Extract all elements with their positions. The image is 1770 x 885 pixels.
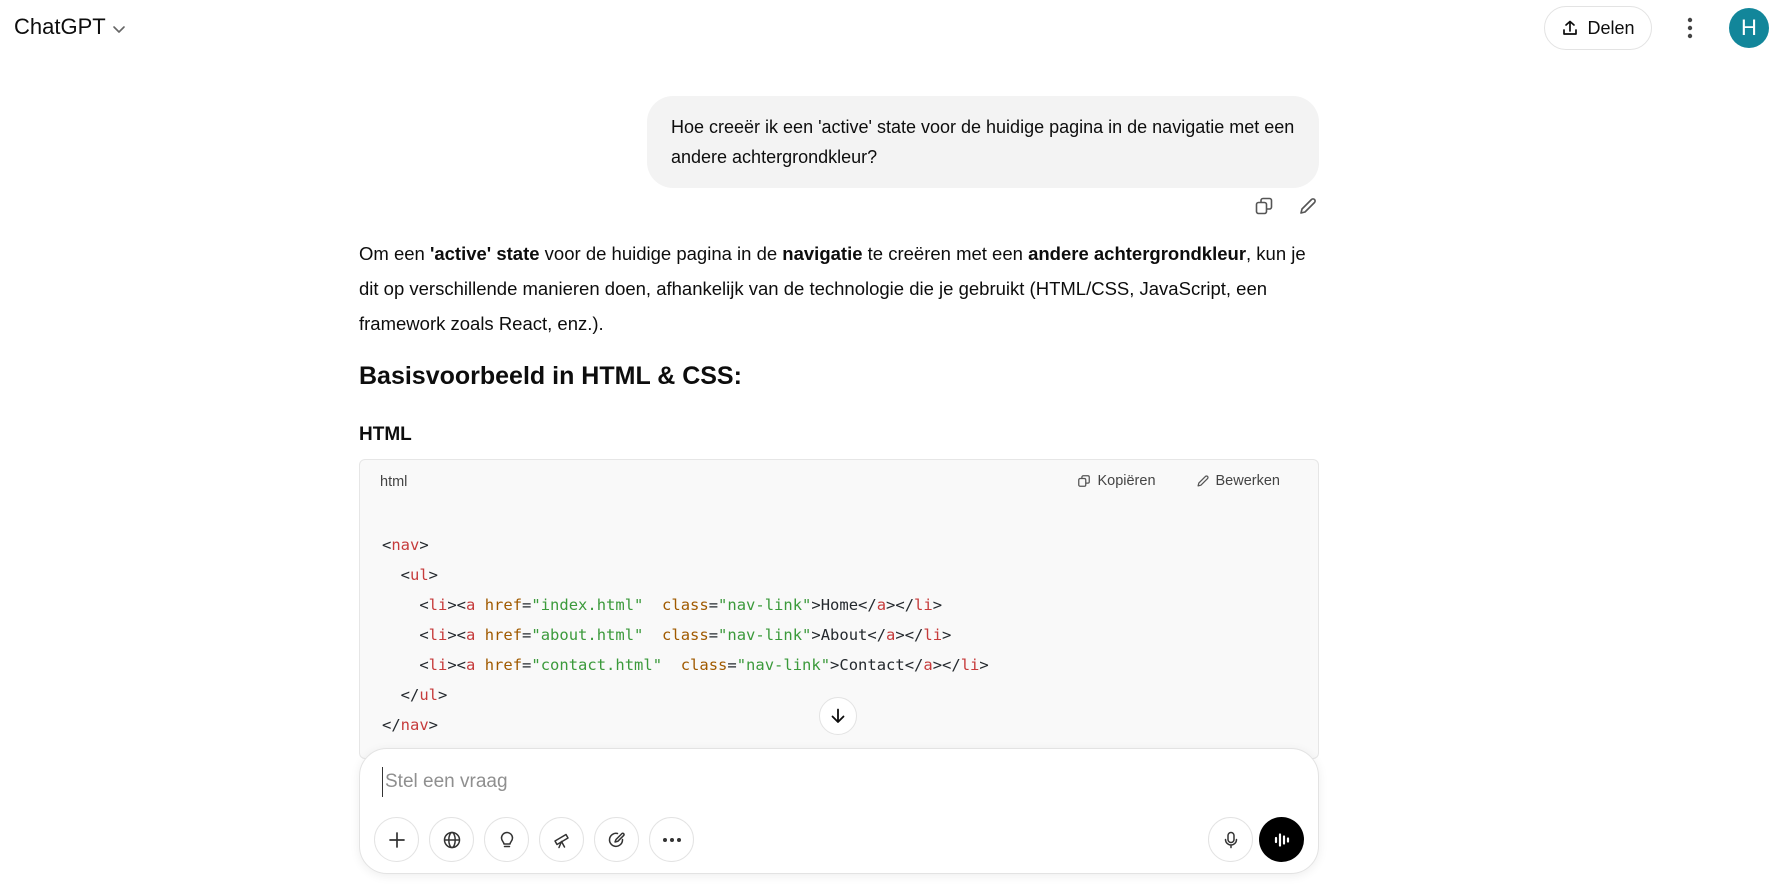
more-tools-button[interactable] — [649, 817, 694, 862]
share-icon — [1561, 19, 1579, 37]
copy-icon — [1254, 196, 1274, 216]
dictate-button[interactable] — [1208, 817, 1253, 862]
prompt-input[interactable] — [382, 767, 1287, 797]
share-label: Delen — [1587, 17, 1635, 38]
code-language: html — [380, 474, 408, 490]
code-content: <nav> <ul> <li><a href="index.html" clas… — [382, 536, 989, 734]
mic-icon — [1221, 830, 1241, 850]
copy-code-button[interactable]: Kopiëren — [1077, 473, 1156, 489]
edit-message-button[interactable] — [1294, 192, 1322, 220]
deep-research-button[interactable] — [539, 817, 584, 862]
pencil-icon — [1298, 196, 1318, 216]
edit-code-button[interactable]: Bewerken — [1196, 473, 1280, 489]
globe-icon — [442, 830, 462, 850]
message-actions — [1250, 192, 1322, 220]
arrow-down-icon — [829, 707, 847, 725]
more-horizontal-icon — [662, 837, 682, 843]
reason-button[interactable] — [484, 817, 529, 862]
share-button[interactable]: Delen — [1544, 6, 1652, 50]
user-message: Hoe creeër ik een 'active' state voor de… — [647, 96, 1319, 188]
edit-code-label: Bewerken — [1215, 473, 1280, 489]
plus-icon — [387, 830, 407, 850]
copy-message-button[interactable] — [1250, 192, 1278, 220]
more-vertical-icon — [1687, 17, 1693, 39]
canvas-button[interactable] — [594, 817, 639, 862]
attach-button[interactable] — [374, 817, 419, 862]
model-title: ChatGPT — [14, 14, 106, 39]
section-heading: Basisvoorbeeld in HTML & CSS: — [359, 362, 742, 390]
search-web-button[interactable] — [429, 817, 474, 862]
canvas-icon — [607, 830, 627, 850]
scroll-to-bottom-button[interactable] — [819, 697, 857, 735]
voice-mode-button[interactable] — [1259, 817, 1304, 862]
telescope-icon — [552, 830, 572, 850]
lightbulb-icon — [497, 830, 517, 850]
top-bar: ChatGPT Delen H — [0, 0, 1770, 58]
chevron-down-icon — [112, 22, 126, 36]
composer-tools — [374, 817, 694, 862]
avatar[interactable]: H — [1729, 8, 1769, 48]
voice-mode-icon — [1272, 830, 1292, 850]
answer-intro: Om een 'active' state voor de huidige pa… — [359, 243, 1306, 334]
copy-icon — [1077, 474, 1091, 488]
more-options-button[interactable] — [1676, 12, 1704, 44]
code-actions: Kopiëren Bewerken — [1077, 473, 1280, 489]
pencil-icon — [1196, 474, 1210, 488]
copy-code-label: Kopiëren — [1097, 473, 1156, 489]
assistant-message: Om een 'active' state voor de huidige pa… — [359, 236, 1319, 759]
composer — [359, 748, 1319, 874]
subsection-heading: HTML — [359, 424, 412, 445]
model-selector[interactable]: ChatGPT — [14, 14, 126, 40]
